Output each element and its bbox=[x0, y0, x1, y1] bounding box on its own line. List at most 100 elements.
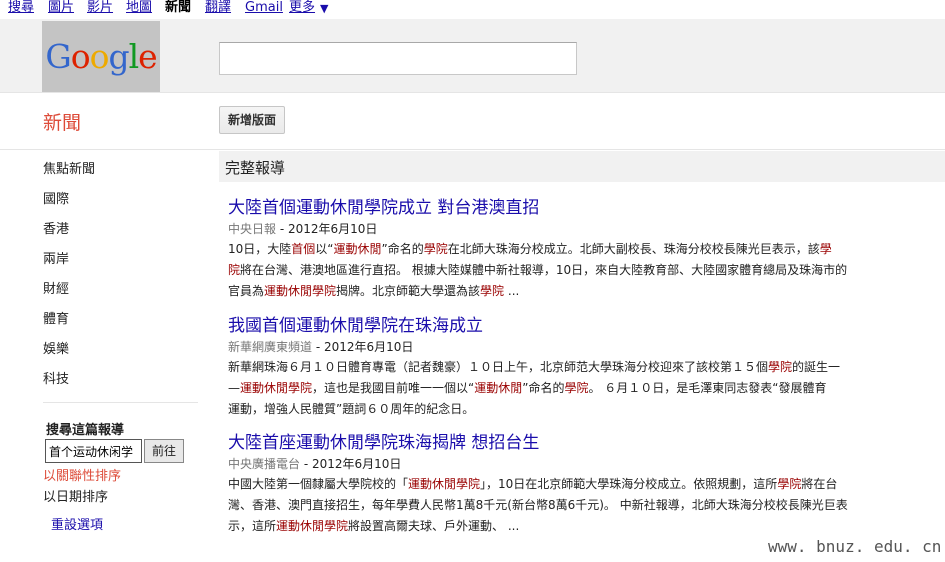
snippet-text: ”命名的 bbox=[381, 242, 424, 256]
logo-letter: g bbox=[108, 37, 129, 76]
logo-letter: e bbox=[138, 37, 158, 76]
snippet-text: 在北師大珠海分校成立。北師大副校長、珠海分校校長陳光巨表示，該 bbox=[447, 242, 820, 256]
snippet-keyword: 學院 bbox=[768, 360, 793, 374]
snippet-keyword: 運動休閒學院 bbox=[276, 519, 349, 533]
snippet-line: 中國大陸第一個隸屬大學院校的「運動休閒學院」，10日在北京師範大學珠海分校成立。… bbox=[228, 474, 898, 495]
snippet-text: 灣、香港、澳門直接招生，每年學費人民幣1萬8千元(新台幣8萬6千元)。 中新社報… bbox=[228, 498, 848, 512]
snippet-line: 示，這所運動休閒學院將設置高爾夫球、戶外運動、 ... bbox=[228, 516, 898, 537]
snippet-text: 揭牌。北京師範大學還為該 bbox=[336, 284, 481, 298]
snippet-text: ”命名的 bbox=[522, 381, 565, 395]
nav-gmail[interactable]: Gmail bbox=[245, 0, 283, 16]
snippet-line: 院將在台灣、港澳地區進行直招。 根據大陸媒體中新社報導，10日，來自大陸教育部、… bbox=[228, 260, 898, 281]
news-article: 大陸首座運動休閒學院珠海揭牌 想招台生 中央廣播電台 - 2012年6月10日 … bbox=[228, 432, 898, 537]
snippet-text: 」，10日在北京師範大學珠海分校成立。依照規劃，這所 bbox=[480, 477, 778, 491]
snippet-keyword: 學院 bbox=[480, 284, 505, 298]
snippet-text: 將在台 bbox=[801, 477, 838, 491]
snippet-line: —運動休閒學院，這也是我國目前唯一一個以“運動休閒”命名的學院。 ６月１０日，是… bbox=[228, 378, 898, 399]
sort-by-relevance-link[interactable]: 以關聯性排序 bbox=[43, 465, 121, 484]
logo-letter: o bbox=[89, 37, 110, 76]
sidebar-item-top-stories[interactable]: 焦點新聞 bbox=[43, 158, 95, 177]
snippet-text: 將設置高爾夫球、戶外運動、 ... bbox=[348, 519, 520, 533]
snippet-text: 10日，大陸 bbox=[228, 242, 292, 256]
sidebar-item-world[interactable]: 國際 bbox=[43, 188, 69, 207]
snippet-keyword: 運動休閒 bbox=[474, 381, 523, 395]
nav-more[interactable]: 更多 bbox=[289, 0, 315, 16]
sidebar-item-hong-kong[interactable]: 香港 bbox=[43, 218, 69, 237]
google-logo[interactable]: Google bbox=[42, 21, 160, 92]
article-date: - 2012年6月10日 bbox=[312, 340, 414, 354]
article-meta: 中央日報 - 2012年6月10日 bbox=[228, 219, 898, 239]
article-date: - 2012年6月10日 bbox=[276, 222, 378, 236]
snippet-text: 的誕生一 bbox=[792, 360, 841, 374]
story-search-go-button[interactable]: 前往 bbox=[144, 439, 184, 463]
snippet-line: 運動，增強人民體質”題詞６０周年的紀念日。 bbox=[228, 399, 898, 420]
article-meta: 新華網廣東頻道 - 2012年6月10日 bbox=[228, 337, 898, 357]
snippet-text: — bbox=[228, 381, 240, 395]
story-search-input[interactable] bbox=[45, 439, 142, 463]
article-snippet: 新華網珠海６月１０日體育專電（記者魏豪）１０日上午，北京師范大學珠海分校迎來了該… bbox=[228, 357, 898, 420]
article-source[interactable]: 中央日報 bbox=[228, 222, 276, 236]
article-title-link[interactable]: 大陸首座運動休閒學院珠海揭牌 想招台生 bbox=[228, 432, 898, 454]
snippet-line: 灣、香港、澳門直接招生，每年學費人民幣1萬8千元(新台幣8萬6千元)。 中新社報… bbox=[228, 495, 898, 516]
sidebar-item-technology[interactable]: 科技 bbox=[43, 368, 69, 387]
snippet-text: 將在台灣、港澳地區進行直招。 根據大陸媒體中新社報導，10日，來自大陸教育部、大… bbox=[240, 263, 848, 277]
reset-options-link[interactable]: 重設選項 bbox=[51, 514, 103, 533]
story-search-heading: 搜尋這篇報導 bbox=[46, 423, 125, 438]
full-coverage-header: 完整報導 bbox=[219, 151, 945, 182]
article-source[interactable]: 中央廣播電台 bbox=[228, 457, 300, 471]
snippet-keyword: 學院 bbox=[777, 477, 802, 491]
snippet-text: 運動，增強人民體質”題詞６０周年的紀念日。 bbox=[228, 402, 475, 416]
snippet-keyword: 學院 bbox=[564, 381, 589, 395]
header: Google bbox=[0, 19, 945, 93]
nav-search[interactable]: 搜尋 bbox=[8, 0, 34, 16]
snippet-text: 示，這所 bbox=[228, 519, 277, 533]
snippet-text: 官員為 bbox=[228, 284, 265, 298]
snippet-line: 10日，大陸首個以“運動休閒”命名的學院在北師大珠海分校成立。北師大副校長、珠海… bbox=[228, 239, 898, 260]
snippet-keyword: 運動休閒學院 bbox=[240, 381, 313, 395]
logo-letter: o bbox=[70, 37, 91, 76]
news-article: 大陸首個運動休閒學院成立 對台港澳直招 中央日報 - 2012年6月10日 10… bbox=[228, 197, 898, 302]
page-title: 新聞 bbox=[43, 112, 82, 134]
add-section-button[interactable]: 新增版面 bbox=[219, 106, 286, 134]
snippet-keyword: 運動休閒學院 bbox=[408, 477, 481, 491]
article-meta: 中央廣播電台 - 2012年6月10日 bbox=[228, 454, 898, 474]
full-coverage-title: 完整報導 bbox=[225, 159, 286, 177]
news-article: 我國首個運動休閒學院在珠海成立 新華網廣東頻道 - 2012年6月10日 新華網… bbox=[228, 315, 898, 420]
chevron-down-icon[interactable]: ▼ bbox=[320, 1, 328, 17]
snippet-text: 新華網珠海６月１０日體育專電（記者魏豪）１０日上午，北京師范大學珠海分校迎來了該… bbox=[228, 360, 769, 374]
snippet-keyword: 運動休閒 bbox=[333, 242, 382, 256]
article-date: - 2012年6月10日 bbox=[300, 457, 402, 471]
snippet-text: 。 ６月１０日，是毛澤東同志發表“發展體育 bbox=[588, 381, 827, 395]
logo-letter: G bbox=[45, 37, 71, 76]
snippet-text: 中國大陸第一個隸屬大學院校的「 bbox=[228, 477, 409, 491]
nav-news[interactable]: 新聞 bbox=[165, 0, 191, 16]
snippet-keyword: 首個 bbox=[291, 242, 316, 256]
snippet-line: 新華網珠海６月１０日體育專電（記者魏豪）１０日上午，北京師范大學珠海分校迎來了該… bbox=[228, 357, 898, 378]
article-title-link[interactable]: 我國首個運動休閒學院在珠海成立 bbox=[228, 315, 898, 337]
sidebar-item-entertainment[interactable]: 娛樂 bbox=[43, 338, 69, 357]
search-input[interactable] bbox=[219, 42, 577, 75]
sidebar-item-sports[interactable]: 體育 bbox=[43, 308, 69, 327]
sort-by-date-link[interactable]: 以日期排序 bbox=[43, 486, 108, 505]
nav-maps[interactable]: 地圖 bbox=[126, 0, 152, 16]
google-logo-text: Google bbox=[45, 37, 158, 76]
snippet-text: 以“ bbox=[315, 242, 334, 256]
article-title-link[interactable]: 大陸首個運動休閒學院成立 對台港澳直招 bbox=[228, 197, 898, 219]
nav-videos[interactable]: 影片 bbox=[87, 0, 113, 16]
nav-images[interactable]: 圖片 bbox=[48, 0, 74, 16]
snippet-keyword: 學院 bbox=[423, 242, 448, 256]
article-source[interactable]: 新華網廣東頻道 bbox=[228, 340, 312, 354]
snippet-keyword: 院 bbox=[228, 263, 241, 277]
sidebar-divider bbox=[43, 402, 198, 403]
snippet-keyword: 學 bbox=[819, 242, 832, 256]
sidebar-item-cross-strait[interactable]: 兩岸 bbox=[43, 248, 69, 267]
article-snippet: 中國大陸第一個隸屬大學院校的「運動休閒學院」，10日在北京師範大學珠海分校成立。… bbox=[228, 474, 898, 537]
logo-letter: l bbox=[128, 37, 140, 76]
snippet-text: ，這也是我國目前唯一一個以“ bbox=[312, 381, 475, 395]
sidebar-item-finance[interactable]: 財經 bbox=[43, 278, 69, 297]
snippet-keyword: 運動休閒學院 bbox=[264, 284, 337, 298]
header-divider bbox=[0, 149, 945, 150]
nav-translate[interactable]: 翻譯 bbox=[205, 0, 231, 16]
watermark-text: www. bnuz. edu. cn bbox=[768, 537, 942, 556]
snippet-text: ... bbox=[504, 284, 520, 298]
